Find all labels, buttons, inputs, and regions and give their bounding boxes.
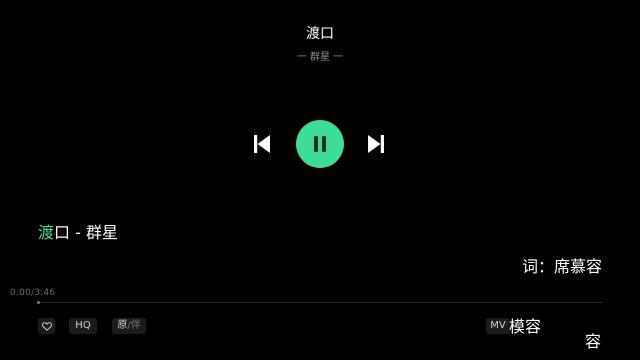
skip-previous-icon <box>254 135 270 153</box>
audio-quality-button[interactable]: HQ <box>69 318 97 334</box>
playback-time: 0:00/3:46 <box>10 288 56 298</box>
progress-bar[interactable] <box>37 301 602 304</box>
overflow-lyric-2-text: 容 <box>585 332 602 351</box>
playback-controls <box>0 120 640 168</box>
vocal-toggle-button[interactable]: 原/伴 <box>112 318 146 334</box>
previous-track-button[interactable] <box>248 132 276 156</box>
heart-icon <box>41 321 52 331</box>
accompaniment-label: 伴 <box>130 320 141 331</box>
pause-icon <box>314 136 326 152</box>
mv-button[interactable]: MV <box>486 318 510 334</box>
current-lyric-line: 渡口 - 群星 <box>38 222 118 244</box>
song-title: 渡口 <box>306 26 334 42</box>
mv-overlap-text: 模 <box>509 317 526 336</box>
lyric-sung-portion: 渡 <box>38 223 55 242</box>
lyric-unsung-portion: 口 - 群星 <box>54 223 118 242</box>
overflow-lyric-2: 容 <box>585 332 601 352</box>
next-track-button[interactable] <box>362 132 390 156</box>
progress-handle[interactable] <box>37 301 40 304</box>
play-pause-button[interactable] <box>296 120 344 168</box>
original-vocal-label: 原 <box>117 320 128 331</box>
lyricist-credit-line: 词：席慕容 <box>521 257 602 276</box>
like-button[interactable] <box>38 318 55 334</box>
overflow-lyric-1: 容 <box>525 317 542 336</box>
overflow-lyric-text: 模容 <box>509 317 541 337</box>
skip-next-icon <box>368 135 384 153</box>
song-artist: 一 群星 一 <box>296 52 344 63</box>
